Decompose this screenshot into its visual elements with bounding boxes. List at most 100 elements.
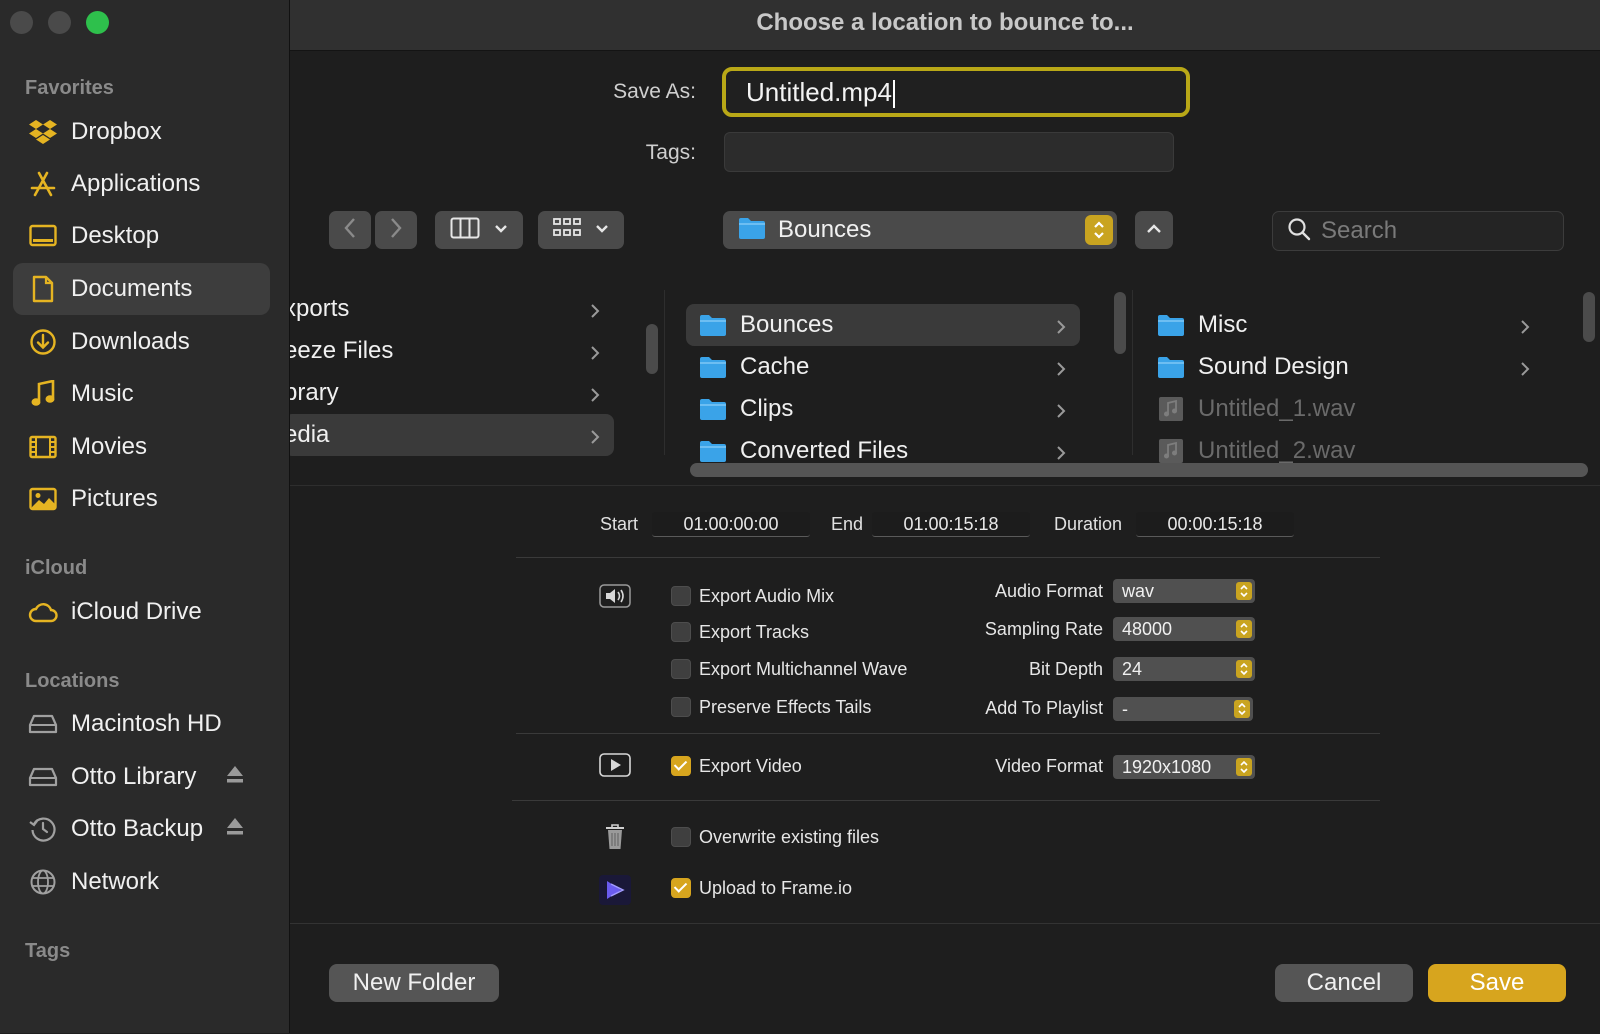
close-window-button[interactable] bbox=[10, 11, 33, 34]
folder-icon bbox=[700, 399, 726, 420]
search-icon bbox=[1287, 217, 1311, 246]
sidebar-item-dropbox[interactable]: Dropbox bbox=[13, 106, 270, 158]
video-format-label: Video Format bbox=[995, 756, 1103, 776]
bit-depth-select[interactable]: 24 bbox=[1113, 657, 1255, 681]
browser-row-selected[interactable]: edia bbox=[290, 414, 614, 456]
save-as-value: Untitled.mp4 bbox=[746, 77, 892, 107]
sidebar-item-documents[interactable]: Documents bbox=[13, 263, 270, 315]
cancel-button[interactable]: Cancel bbox=[1275, 964, 1413, 1002]
audio-file-icon bbox=[1159, 439, 1183, 463]
popup-stepper-icon bbox=[1236, 660, 1252, 678]
sidebar-item-otto-backup[interactable]: Otto Backup bbox=[13, 803, 270, 855]
audio-format-select[interactable]: wav bbox=[1113, 579, 1255, 603]
sidebar-item-label: Applications bbox=[71, 170, 201, 197]
browser-row[interactable]: eeze Files bbox=[290, 330, 614, 372]
film-icon bbox=[28, 432, 58, 462]
forward-button[interactable] bbox=[375, 211, 417, 249]
speaker-icon bbox=[599, 584, 631, 608]
video-format-select[interactable]: 1920x1080 bbox=[1113, 755, 1255, 779]
row-label: eeze Files bbox=[290, 337, 394, 364]
sidebar-item-label: Otto Library bbox=[71, 763, 197, 790]
hard-drive-icon bbox=[28, 709, 58, 739]
select-value: - bbox=[1122, 699, 1128, 719]
eject-icon[interactable] bbox=[226, 817, 244, 839]
column-divider[interactable] bbox=[664, 290, 665, 455]
export-audio-mix-label: Export Audio Mix bbox=[699, 586, 835, 606]
row-label: brary bbox=[290, 379, 339, 406]
preserve-tails-checkbox[interactable] bbox=[671, 697, 691, 717]
column-scrollbar[interactable] bbox=[646, 324, 658, 374]
search-placeholder: Search bbox=[1321, 217, 1398, 244]
export-multichannel-checkbox[interactable] bbox=[671, 659, 691, 679]
export-video-checkbox[interactable] bbox=[671, 756, 691, 776]
sidebar-item-network[interactable]: Network bbox=[13, 856, 270, 908]
select-value: 24 bbox=[1122, 659, 1143, 679]
row-label: Converted Files bbox=[740, 437, 909, 464]
row-label: Untitled_2.wav bbox=[1198, 437, 1356, 464]
sidebar-item-pictures[interactable]: Pictures bbox=[13, 473, 270, 525]
location-popup[interactable]: Bounces bbox=[723, 211, 1117, 249]
tags-input[interactable] bbox=[724, 132, 1174, 172]
folder-icon bbox=[738, 216, 766, 245]
dropbox-icon bbox=[28, 117, 58, 147]
column-scrollbar[interactable] bbox=[1114, 292, 1126, 354]
new-folder-button[interactable]: New Folder bbox=[329, 964, 499, 1002]
export-tracks-checkbox[interactable] bbox=[671, 622, 691, 642]
end-timecode[interactable]: 01:00:15:18 bbox=[872, 512, 1030, 537]
tags-label: Tags: bbox=[645, 141, 696, 164]
duration-timecode[interactable]: 00:00:15:18 bbox=[1136, 512, 1294, 537]
divider bbox=[516, 733, 1380, 734]
minimize-window-button[interactable] bbox=[48, 11, 71, 34]
browser-row[interactable]: Cache bbox=[686, 346, 1080, 388]
browser-row[interactable]: Sound Design bbox=[1150, 346, 1544, 388]
save-as-input[interactable]: Untitled.mp4 bbox=[722, 67, 1190, 117]
eject-icon[interactable] bbox=[226, 765, 244, 787]
export-audio-mix-checkbox[interactable] bbox=[671, 586, 691, 606]
browser-row[interactable]: Misc bbox=[1150, 304, 1544, 346]
overwrite-files-checkbox[interactable] bbox=[671, 827, 691, 847]
sidebar-item-label: Macintosh HD bbox=[71, 710, 222, 737]
horizontal-scrollbar[interactable] bbox=[690, 463, 1588, 477]
column-divider[interactable] bbox=[1132, 290, 1133, 455]
chevron-right-icon bbox=[1056, 398, 1066, 426]
chevron-right-icon bbox=[1520, 314, 1530, 342]
group-button[interactable] bbox=[538, 211, 624, 249]
browser-row[interactable]: Clips bbox=[686, 388, 1080, 430]
sidebar-section-favorites: Favorites bbox=[25, 77, 114, 99]
chevron-up-icon bbox=[1146, 221, 1162, 239]
add-to-playlist-select[interactable]: - bbox=[1113, 697, 1253, 721]
sidebar-item-otto-library[interactable]: Otto Library bbox=[13, 751, 270, 803]
view-mode-button[interactable] bbox=[435, 211, 523, 249]
browser-row[interactable]: brary bbox=[290, 372, 614, 414]
bounce-options: Start 01:00:00:00 End 01:00:15:18 Durati… bbox=[290, 486, 1600, 923]
sidebar-item-icloud-drive[interactable]: iCloud Drive bbox=[13, 586, 270, 638]
save-button[interactable]: Save bbox=[1428, 964, 1566, 1002]
zoom-window-button[interactable] bbox=[86, 11, 109, 34]
time-machine-icon bbox=[28, 814, 58, 844]
location-name: Bounces bbox=[778, 216, 872, 243]
column-scrollbar[interactable] bbox=[1583, 292, 1595, 342]
sidebar-item-applications[interactable]: Applications bbox=[13, 158, 270, 210]
browser-row[interactable]: xports bbox=[290, 290, 614, 330]
applications-icon bbox=[28, 169, 58, 199]
select-value: 48000 bbox=[1122, 619, 1173, 639]
browser-row-selected[interactable]: Bounces bbox=[686, 304, 1080, 346]
upload-frameio-checkbox[interactable] bbox=[671, 878, 691, 898]
search-field[interactable]: Search bbox=[1272, 211, 1564, 251]
sidebar-item-downloads[interactable]: Downloads bbox=[13, 316, 270, 368]
sidebar-section-locations: Locations bbox=[25, 670, 120, 692]
save-as-label: Save As: bbox=[613, 80, 696, 103]
row-label: edia bbox=[290, 421, 330, 448]
sidebar-item-movies[interactable]: Movies bbox=[13, 421, 270, 473]
sidebar-item-macintosh-hd[interactable]: Macintosh HD bbox=[13, 698, 270, 750]
sidebar-item-music[interactable]: Music bbox=[13, 368, 270, 420]
sampling-rate-select[interactable]: 48000 bbox=[1113, 617, 1255, 641]
row-label: Clips bbox=[740, 395, 794, 422]
sidebar-item-desktop[interactable]: Desktop bbox=[13, 210, 270, 262]
expand-collapse-button[interactable] bbox=[1135, 211, 1173, 249]
start-timecode[interactable]: 01:00:00:00 bbox=[652, 512, 810, 537]
end-label: End bbox=[831, 514, 864, 534]
music-note-icon bbox=[28, 379, 58, 409]
chevron-down-icon bbox=[494, 221, 508, 239]
back-button[interactable] bbox=[329, 211, 371, 249]
